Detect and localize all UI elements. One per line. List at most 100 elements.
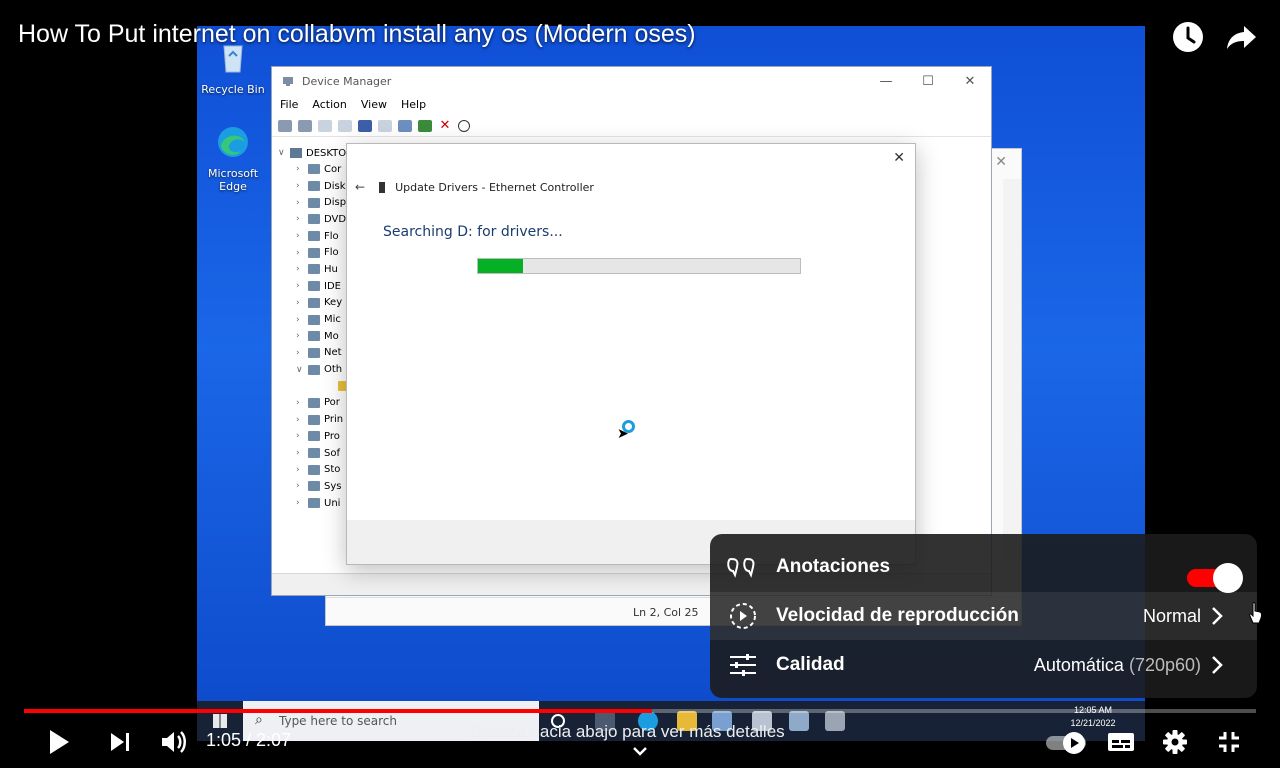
autoplay-toggle[interactable] <box>1044 724 1092 760</box>
chevron-right-icon: › <box>296 397 300 408</box>
help-icon <box>358 119 372 132</box>
settings-row-label: Velocidad de reproducción <box>776 605 1019 626</box>
device-category-icon <box>308 464 320 475</box>
device-category-icon <box>308 264 320 275</box>
tree-item-label: Flo <box>324 230 339 242</box>
close-icon: ✕ <box>964 73 976 89</box>
back-arrow-icon: ← <box>355 180 366 194</box>
tree-item: › Net <box>278 345 354 362</box>
network-adapter-icon <box>379 181 386 193</box>
tree-items: › Cor › Disk › Disp › DVD › Flo › Flo › Hu › IDE › Key › Mi… <box>278 161 354 511</box>
desktop-icon-label: Recycle Bin <box>201 83 265 96</box>
chevron-right-icon: › <box>296 331 300 342</box>
tree-item: › Disp <box>278 194 354 211</box>
chevron-down-icon: ∨ <box>278 148 285 158</box>
tree-item-label: Uni <box>324 497 341 509</box>
tree-item-label: Sto <box>324 464 341 476</box>
time-display: 1:05 / 2:07 <box>206 730 292 750</box>
edge-icon <box>218 127 248 157</box>
volume-button[interactable] <box>155 724 191 760</box>
device-category-icon <box>308 498 320 509</box>
settings-row-playback-speed[interactable]: Velocidad de reproducción Normal <box>710 592 1257 640</box>
settings-row-value: Normal <box>1142 605 1201 626</box>
update-driver-icon <box>418 119 432 132</box>
settings-gear-button[interactable] <box>1157 724 1193 760</box>
settings-row-label: Calidad <box>776 654 845 675</box>
dialog-title: Update Drivers - Ethernet Controller <box>395 180 594 194</box>
video-title[interactable]: How To Put internet on collabvm install … <box>18 20 696 49</box>
chevron-right-icon: › <box>296 431 300 442</box>
menu-file: File <box>280 98 299 111</box>
toolbar: ✕ <box>272 115 991 137</box>
tree-item: › Mic <box>278 311 354 328</box>
annotations-toggle[interactable] <box>1187 561 1243 593</box>
swipe-hint-text[interactable]: Desliza hacia abajo para ver más detalle… <box>470 722 785 742</box>
dialog-header: ← Update Drivers - Ethernet Controller <box>355 180 594 194</box>
tree-item: › Uni <box>278 495 354 512</box>
tree-item-label: IDE <box>324 280 341 292</box>
tree-item: › Sys <box>278 478 354 495</box>
window-title: Device Manager <box>302 74 392 88</box>
quality-mode: Automática <box>1033 654 1124 675</box>
chevron-right-icon: › <box>296 247 300 258</box>
tree-item: › Pro <box>278 428 354 445</box>
video-progress-bar[interactable] <box>24 709 1256 713</box>
chevron-right-icon: › <box>296 347 300 358</box>
tree-item-label: Oth <box>324 364 343 376</box>
chevron-right-icon: › <box>296 264 300 275</box>
device-category-icon <box>308 297 320 308</box>
device-category-icon <box>308 431 320 442</box>
tree-item-label: Cor <box>324 163 342 175</box>
tree-item-label: Disk <box>324 180 346 192</box>
quality-resolution: (720p60) <box>1128 654 1201 675</box>
maximize-icon: ☐ <box>922 73 934 89</box>
exit-fullscreen-button[interactable] <box>1211 724 1247 760</box>
playback-speed-icon <box>730 603 756 629</box>
tree-item-label: Key <box>324 297 343 309</box>
tree-item: › Key <box>278 295 354 312</box>
quality-sliders-icon <box>730 654 756 676</box>
tree-root-label: DESKTO <box>306 147 347 159</box>
device-category-icon <box>308 414 320 425</box>
tree-item-label: Mic <box>324 314 341 326</box>
device-category-icon <box>308 197 320 208</box>
tree-root: ∨ DESKTO <box>278 145 354 161</box>
play-button[interactable] <box>40 724 76 760</box>
device-category-icon <box>308 331 320 342</box>
update-drivers-dialog: ✕ ← Update Drivers - Ethernet Controller… <box>346 143 916 565</box>
device-category-icon <box>308 347 320 358</box>
menu-bar: File Action View Help <box>272 95 991 115</box>
next-button[interactable] <box>102 724 138 760</box>
device-category-icon <box>308 314 320 325</box>
tree-item-label: Flo <box>324 247 339 259</box>
settings-row-quality[interactable]: Calidad Automática (720p60) <box>710 641 1257 689</box>
tree-item: › Cor <box>278 161 354 178</box>
tree-item: › Flo <box>278 244 354 261</box>
chevron-down-icon[interactable] <box>630 744 650 758</box>
tree-item: › DVD <box>278 211 354 228</box>
settings-menu: Anotaciones Velocidad de reproducción No… <box>710 534 1257 698</box>
tree-item-label: Sof <box>324 447 340 459</box>
chevron-right-icon <box>1212 607 1223 625</box>
share-icon[interactable] <box>1224 20 1258 54</box>
device-manager-titlebar: Device Manager — ☐ ✕ <box>272 67 991 95</box>
subtitles-button[interactable] <box>1103 724 1139 760</box>
progress-fill <box>478 259 524 273</box>
chevron-down-icon: ∨ <box>296 364 303 375</box>
chevron-right-icon: › <box>296 464 300 475</box>
settings-row-annotations[interactable]: Anotaciones <box>710 543 1257 593</box>
device-category-icon <box>308 281 320 292</box>
tree-item: › Por <box>278 395 354 412</box>
tree-item-label: Prin <box>324 414 344 426</box>
scrollbar <box>1003 179 1021 559</box>
minimize-icon: — <box>879 73 893 89</box>
progress-played <box>24 709 653 713</box>
chevron-right-icon: › <box>296 414 300 425</box>
annotations-icon <box>727 557 755 578</box>
tree-item-label: DVD <box>324 213 347 225</box>
close-icon: ✕ <box>995 153 1007 169</box>
chevron-right-icon: › <box>296 164 300 175</box>
menu-view: View <box>360 98 387 111</box>
properties-icon <box>318 119 332 132</box>
watch-later-icon[interactable] <box>1171 20 1205 54</box>
